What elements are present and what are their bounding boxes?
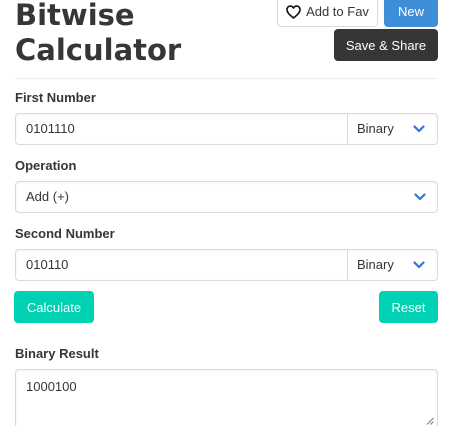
resize-grip-icon[interactable] [426, 417, 434, 425]
binary-result-textarea[interactable]: 1000100 [15, 369, 438, 426]
add-to-fav-label: Add to Fav [306, 4, 369, 19]
second-number-input[interactable]: 010110 [26, 250, 68, 280]
calculate-label: Calculate [26, 299, 82, 315]
header-divider [15, 78, 438, 79]
first-number-unit-value: Binary [357, 121, 394, 136]
first-number-field: 0101110 Binary [15, 113, 438, 145]
second-number-unit-select[interactable]: Binary [347, 250, 437, 280]
new-button-label: New [397, 4, 424, 19]
chevron-down-icon [413, 261, 425, 269]
binary-result-label: Binary Result [15, 346, 99, 361]
chevron-down-icon [414, 193, 426, 201]
second-number-field: 010110 Binary [15, 249, 438, 281]
second-number-label: Second Number [15, 226, 115, 241]
second-number-unit-value: Binary [357, 257, 394, 272]
first-number-label: First Number [15, 90, 96, 105]
operation-value: Add (+) [26, 189, 69, 204]
calculate-button[interactable]: Calculate [14, 291, 94, 323]
operation-select[interactable]: Add (+) [15, 181, 438, 213]
save-share-label: Save & Share [345, 37, 427, 53]
chevron-down-icon [413, 125, 425, 133]
new-button[interactable]: New [384, 0, 438, 27]
reset-label: Reset [391, 299, 426, 315]
page-title-line-2: Calculator [15, 33, 182, 67]
binary-result-value: 1000100 [26, 379, 77, 394]
operation-label: Operation [15, 158, 77, 173]
page-title-line-1: Bitwise [15, 0, 135, 32]
heart-outline-icon [286, 4, 301, 19]
page-title: Bitwise Calculator [15, 0, 181, 68]
add-to-fav-button[interactable]: Add to Fav [277, 0, 378, 27]
first-number-unit-select[interactable]: Binary [347, 114, 437, 144]
save-share-button[interactable]: Save & Share [334, 29, 438, 61]
first-number-input[interactable]: 0101110 [26, 114, 75, 144]
reset-button[interactable]: Reset [379, 291, 438, 323]
